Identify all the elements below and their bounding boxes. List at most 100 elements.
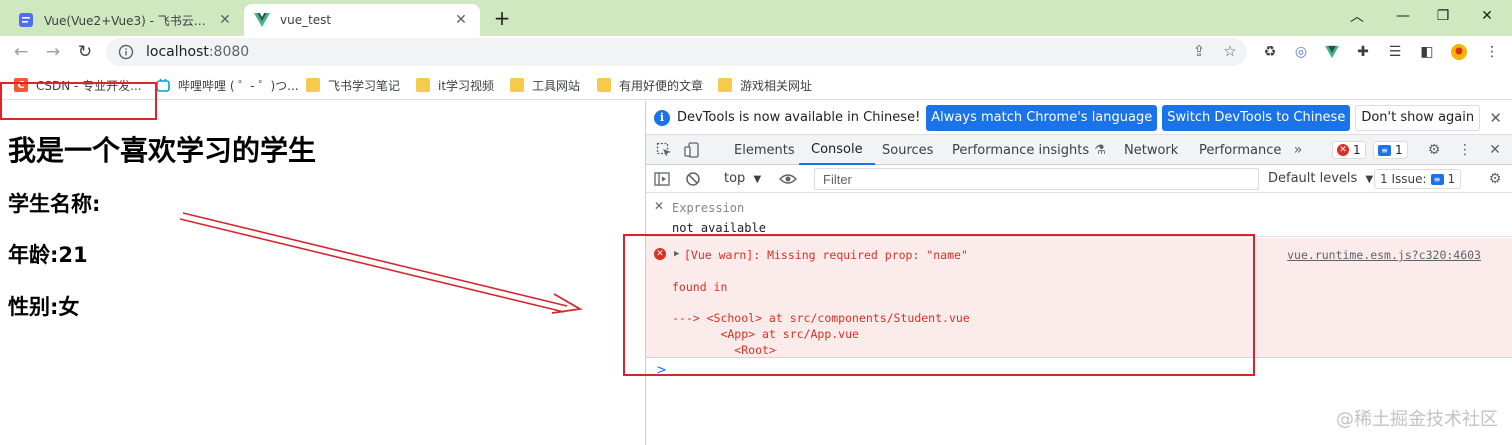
bookmark-label: it学习视频: [438, 78, 495, 93]
message-count-badge[interactable]: ≡ 1: [1373, 141, 1408, 159]
puzzle-extensions-icon[interactable]: ✚: [1353, 42, 1373, 62]
dropdown-arrow-icon: ▼: [1365, 174, 1374, 185]
close-devtools-icon[interactable]: ✕: [1486, 141, 1504, 159]
bookmarks-bar: C CSDN - 专业开发... 哔哩哔哩 ( ゜- ゜)つ... 飞书学习笔记…: [0, 68, 1512, 100]
annotation-box-name: [0, 82, 157, 120]
url-host: localhost: [146, 44, 209, 60]
expression-label[interactable]: Expression: [672, 201, 744, 215]
tab-performance-insights[interactable]: Performance insights ⚗: [952, 135, 1106, 165]
devtools-tabbar: Elements Console Sources Performance ins…: [646, 135, 1512, 165]
new-tab-button[interactable]: +: [490, 6, 514, 30]
folder-icon: [718, 78, 732, 92]
context-label: top: [724, 171, 746, 186]
vue-devtools-icon[interactable]: [1322, 42, 1342, 62]
clear-console-icon[interactable]: [684, 170, 702, 188]
levels-label: Default levels: [1268, 171, 1358, 186]
reading-list-icon[interactable]: ☰: [1385, 42, 1405, 62]
folder-icon: [416, 78, 430, 92]
live-expression: ✕ Expression not available: [646, 193, 1512, 237]
live-expression-eye-icon[interactable]: [779, 170, 797, 188]
browser-toolbar: ← → ↻ localhost:8080 ⇪ ☆ ♻ ◎ ✚ ☰ ◧ ⋮: [0, 36, 1512, 68]
bookmark-star-icon[interactable]: ☆: [1220, 41, 1240, 61]
share-icon[interactable]: ⇪: [1189, 41, 1209, 61]
folder-icon: [510, 78, 524, 92]
bookmark-label: 飞书学习笔记: [328, 78, 401, 93]
console-filter-input[interactable]: [814, 168, 1259, 190]
message-icon: ≡: [1430, 173, 1444, 185]
tab-elements[interactable]: Elements: [734, 135, 795, 165]
issues-count: 1: [1447, 172, 1456, 186]
more-tabs-icon[interactable]: »: [1289, 141, 1307, 159]
issues-label: 1 Issue:: [1380, 172, 1427, 186]
bookmark-bilibili[interactable]: 哔哩哔哩 ( ゜- ゜)つ...: [156, 75, 299, 95]
bookmark-folder[interactable]: 工具网站: [510, 75, 580, 95]
doc-icon: [18, 12, 34, 28]
bookmark-folder[interactable]: 游戏相关网址: [718, 75, 812, 95]
menu-kebab-icon[interactable]: ⋮: [1482, 42, 1502, 62]
source-link[interactable]: vue.runtime.esm.js?c320:4603: [1287, 248, 1481, 262]
close-infobar-icon[interactable]: ✕: [1489, 109, 1502, 127]
bookmark-folder[interactable]: 飞书学习笔记: [306, 75, 400, 95]
message-icon: ≡: [1378, 144, 1391, 156]
tab-search-icon[interactable]: ︿: [1334, 2, 1380, 30]
message-count: 1: [1395, 143, 1403, 157]
bookmark-folder[interactable]: 有用好便的文章: [597, 75, 703, 95]
info-icon: i: [654, 109, 670, 126]
settings-gear-icon[interactable]: ⚙: [1425, 141, 1443, 159]
bilibili-icon: [156, 78, 170, 92]
issues-button[interactable]: 1 Issue: ≡ 1: [1374, 169, 1462, 189]
flask-icon: ⚗: [1094, 142, 1106, 158]
tab-performance[interactable]: Performance: [1199, 135, 1281, 165]
back-button[interactable]: ←: [8, 39, 34, 65]
inspect-element-icon[interactable]: [655, 141, 673, 159]
side-panel-icon[interactable]: ◧: [1417, 42, 1437, 62]
maximize-button[interactable]: ❐: [1420, 2, 1466, 30]
tab-sources[interactable]: Sources: [882, 135, 933, 165]
issues-count-badge: ≡ 1: [1426, 172, 1456, 186]
device-toolbar-icon[interactable]: [683, 141, 701, 159]
bookmark-label: 哔哩哔哩 ( ゜- ゜)つ...: [178, 78, 299, 93]
page-heading: 我是一个喜欢学习的学生: [8, 134, 317, 167]
console-toolbar: top ▼ Default levels ▼ 1 Issue: ≡ 1 ⚙: [646, 165, 1512, 193]
close-window-button[interactable]: ✕: [1464, 2, 1510, 30]
console-settings-gear-icon[interactable]: ⚙: [1486, 170, 1504, 188]
error-count-badge[interactable]: ✕ 1: [1332, 141, 1366, 159]
tab-vue-test[interactable]: vue_test ✕: [244, 4, 480, 36]
url-text: localhost:8080: [146, 44, 249, 60]
close-tab-icon[interactable]: ✕: [216, 11, 234, 29]
recycle-extension-icon[interactable]: ♻: [1260, 42, 1280, 62]
url-port: :8080: [208, 44, 250, 60]
tab-console[interactable]: Console: [799, 135, 875, 165]
always-match-language-button[interactable]: Always match Chrome's language: [926, 104, 1158, 131]
tab-feishu-doc[interactable]: Vue(Vue2+Vue3) - 飞书云文档 ✕: [8, 4, 244, 36]
log-levels-dropdown[interactable]: Default levels ▼: [1268, 171, 1373, 186]
bookmark-label: 有用好便的文章: [619, 78, 704, 93]
context-selector[interactable]: top ▼: [724, 171, 761, 186]
site-info-icon[interactable]: [118, 44, 134, 60]
folder-icon: [597, 78, 611, 92]
reload-button[interactable]: ↻: [72, 39, 98, 65]
error-icon: ✕: [1337, 144, 1349, 156]
tab-title: vue_test: [280, 13, 332, 27]
devtools-menu-icon[interactable]: ⋮: [1456, 141, 1474, 159]
bookmark-label: 游戏相关网址: [740, 78, 813, 93]
dont-show-again-button[interactable]: Don't show again: [1355, 104, 1481, 131]
student-name-label: 学生名称:: [8, 192, 101, 216]
remove-expression-icon[interactable]: ✕: [654, 199, 664, 213]
tab-network[interactable]: Network: [1124, 135, 1178, 165]
watermark: @稀土掘金技术社区: [1336, 409, 1498, 430]
bookmark-folder[interactable]: it学习视频: [416, 75, 494, 95]
switch-to-chinese-button[interactable]: Switch DevTools to Chinese: [1162, 104, 1351, 131]
close-tab-icon[interactable]: ✕: [452, 11, 470, 29]
infobar-message: DevTools is now available in Chinese!: [677, 110, 921, 125]
annotation-arrow: [179, 212, 583, 314]
tab-label: Performance insights: [952, 142, 1090, 158]
student-age-label: 年龄:21: [8, 243, 88, 267]
vue-logo-icon: [254, 12, 270, 28]
profile-avatar[interactable]: [1449, 42, 1469, 62]
opera-extension-icon[interactable]: ◎: [1291, 42, 1311, 62]
forward-button[interactable]: →: [40, 39, 66, 65]
student-gender-label: 性别:女: [8, 295, 80, 319]
address-bar[interactable]: localhost:8080: [106, 38, 1247, 66]
sidebar-toggle-icon[interactable]: [653, 170, 671, 188]
